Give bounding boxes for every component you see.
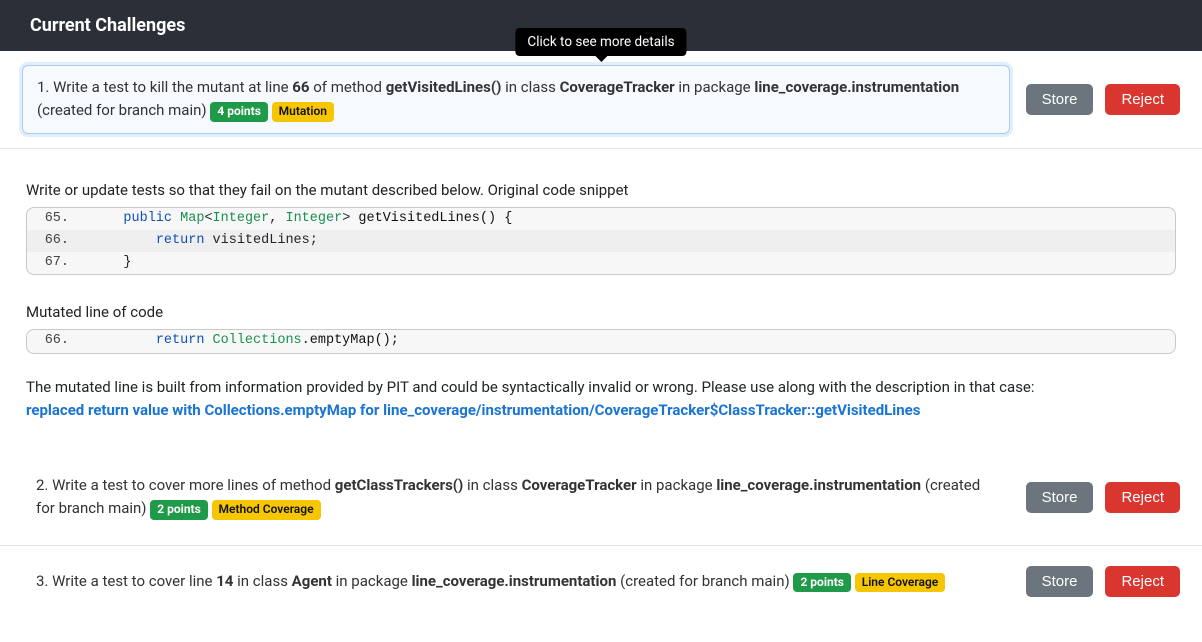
- pit-description-link[interactable]: replaced return value with Collections.e…: [26, 401, 920, 419]
- challenge-row[interactable]: 3. Write a test to cover line 14 in clas…: [0, 546, 1202, 617]
- points-badge: 2 points: [793, 573, 851, 593]
- tooltip-details: Click to see more details: [515, 28, 686, 56]
- challenge-description[interactable]: 1. Write a test to kill the mutant at li…: [22, 65, 1010, 134]
- challenge-actions: Store Reject: [1026, 566, 1180, 597]
- store-button[interactable]: Store: [1026, 482, 1094, 513]
- code-line: 66. return visitedLines;: [27, 230, 1175, 252]
- type-badge: Mutation: [272, 102, 334, 122]
- challenge-detail: Write or update tests so that they fail …: [0, 149, 1202, 451]
- type-badge: Method Coverage: [212, 500, 321, 520]
- challenge-actions: Store Reject: [1026, 482, 1180, 513]
- panel-header: Current Challenges Click to see more det…: [0, 0, 1202, 51]
- mutated-code-block: 66. return Collections.emptyMap();: [26, 329, 1176, 353]
- challenge-actions: Store Reject: [1026, 84, 1180, 115]
- reject-button[interactable]: Reject: [1105, 84, 1180, 115]
- pit-note: The mutated line is built from informati…: [26, 376, 1176, 423]
- challenge-description[interactable]: 3. Write a test to cover line 14 in clas…: [22, 560, 1010, 603]
- points-badge: 4 points: [210, 102, 268, 122]
- points-badge: 2 points: [150, 500, 208, 520]
- reject-button[interactable]: Reject: [1105, 566, 1180, 597]
- store-button[interactable]: Store: [1026, 84, 1094, 115]
- code-line: 67. }: [27, 252, 1175, 274]
- code-line: 66. return Collections.emptyMap();: [27, 330, 1175, 352]
- challenge-row[interactable]: 1. Write a test to kill the mutant at li…: [0, 51, 1202, 149]
- challenge-description[interactable]: 2. Write a test to cover more lines of m…: [22, 464, 1010, 531]
- detail-intro: Write or update tests so that they fail …: [26, 181, 1176, 199]
- mutated-heading: Mutated line of code: [26, 303, 1176, 321]
- type-badge: Line Coverage: [855, 573, 946, 593]
- original-code-block: 65. public Map<Integer, Integer> getVisi…: [26, 207, 1176, 276]
- challenge-row[interactable]: 2. Write a test to cover more lines of m…: [0, 450, 1202, 546]
- panel-title: Current Challenges: [30, 15, 185, 36]
- reject-button[interactable]: Reject: [1105, 482, 1180, 513]
- code-line: 65. public Map<Integer, Integer> getVisi…: [27, 208, 1175, 230]
- store-button[interactable]: Store: [1026, 566, 1094, 597]
